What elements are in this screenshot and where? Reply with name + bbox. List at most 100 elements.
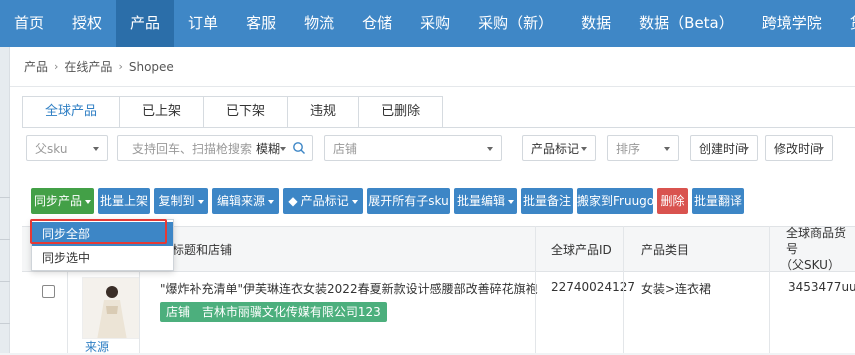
sync-products-button[interactable]: 同步产品 [31, 188, 94, 214]
column-title-shop: 标题和店铺 [172, 242, 233, 257]
nav-item-service[interactable]: 客服 [232, 0, 290, 47]
nav-item-warehouse[interactable]: 仓储 [348, 0, 406, 47]
tab-global-products[interactable]: 全球产品 [22, 96, 121, 128]
caret-down-icon [268, 199, 274, 204]
shop-badge-name: 吉林市丽骥文化传媒有限公司123 [201, 305, 381, 319]
nav-item-order[interactable]: 订单 [174, 0, 232, 47]
search-icon[interactable] [292, 141, 306, 155]
created-time-filter[interactable]: 创建时间 [690, 135, 758, 161]
caret-down-icon [508, 199, 514, 204]
batch-list-button[interactable]: 批量上架 [98, 188, 150, 214]
expand-all-sku-label: 展开所有子sku [368, 194, 449, 208]
delete-button[interactable]: 删除 [657, 188, 688, 214]
chevron-down-icon [743, 147, 749, 151]
parent-sku-label: 父sku [35, 141, 68, 156]
tabs-divider [22, 127, 855, 128]
product-category: 女装>连衣裙 [641, 282, 712, 296]
breadcrumb: 产品 › 在线产品 › Shopee [10, 47, 855, 87]
sync-products-label: 同步产品 [33, 194, 82, 208]
batch-note-button[interactable]: 批量备注 [521, 188, 573, 214]
nav-item-logistics[interactable]: 物流 [290, 0, 348, 47]
expand-all-sku-button[interactable]: 展开所有子sku [367, 188, 450, 214]
product-tag-filter[interactable]: 产品标记 [522, 135, 596, 161]
product-tag-button[interactable]: ◆ 产品标记 [283, 188, 363, 214]
tab-delisted[interactable]: 已下架 [204, 96, 289, 128]
row-checkbox[interactable] [42, 285, 55, 298]
search-mode-select[interactable]: 模糊 [256, 140, 280, 157]
edit-source-label: 编辑来源 [216, 194, 265, 208]
shop-badge: 店铺 吉林市丽骥文化传媒有限公司123 [160, 302, 387, 322]
modified-time-label: 修改时间 [774, 141, 823, 156]
shop-badge-label: 店铺 [166, 305, 191, 319]
search-placeholder: 支持回车、扫描枪搜索 [132, 141, 253, 156]
nav-item-purchase[interactable]: 采购 [406, 0, 464, 47]
nav-item-data[interactable]: 数据 [567, 0, 625, 47]
sync-selected-option[interactable]: 同步选中 [32, 246, 173, 270]
nav-item-product[interactable]: 产品 [116, 0, 175, 47]
product-tag-label: 产品标记 [300, 194, 349, 208]
batch-edit-button[interactable]: 批量编辑 [454, 188, 517, 214]
tab-listed[interactable]: 已上架 [120, 96, 205, 128]
nav-item-data-beta[interactable]: 数据（Beta） [625, 0, 748, 47]
global-sku-value: 3453477uu [788, 280, 855, 294]
top-nav: 首页 授权 产品 订单 客服 物流 仓储 采购 采购（新） 数据 数据（Beta… [0, 0, 855, 47]
chevron-down-icon [487, 147, 493, 151]
breadcrumb-separator-icon: › [54, 60, 59, 73]
source-link[interactable]: 来源 [85, 338, 109, 355]
shop-select[interactable]: 店铺 [324, 135, 502, 161]
product-thumbnail[interactable] [82, 277, 140, 339]
nav-item-academy[interactable]: 跨境学院 [748, 0, 836, 47]
product-title[interactable]: "爆炸补充清单"伊芙琳连衣女装2022春夏新款设计感腰部改善碎花旗袍 [160, 280, 540, 297]
column-global-sku-line1: 全球商品货号 [786, 226, 847, 256]
sidebar-collapsed [0, 47, 10, 353]
created-time-label: 创建时间 [699, 141, 748, 156]
tab-deleted[interactable]: 已删除 [359, 96, 444, 128]
nav-item-home[interactable]: 首页 [0, 0, 58, 47]
nav-item-auth[interactable]: 授权 [58, 0, 116, 47]
chevron-down-icon [664, 147, 670, 151]
nav-item-goods[interactable]: 货 [836, 0, 855, 47]
breadcrumb-online-product[interactable]: 在线产品 [64, 58, 112, 75]
edit-source-button[interactable]: 编辑来源 [212, 188, 279, 214]
tag-icon: ◆ [288, 194, 298, 208]
modified-time-filter[interactable]: 修改时间 [765, 135, 833, 161]
shop-label: 店铺 [333, 141, 358, 156]
column-global-sku: 全球商品货号 （父SKU） [780, 226, 855, 272]
column-divider [769, 226, 770, 353]
chevron-down-icon [818, 147, 824, 151]
column-category: 产品类目 [641, 242, 690, 257]
breadcrumb-shopee: Shopee [128, 59, 174, 74]
delete-label: 删除 [660, 194, 685, 208]
parent-sku-select[interactable]: 父sku [26, 135, 108, 161]
column-divider [623, 226, 624, 353]
caret-down-icon [351, 199, 358, 204]
move-to-fruugo-label: 搬家到Fruugo [577, 194, 655, 208]
tab-bar: 全球产品 已上架 已下架 违规 已删除 [22, 96, 444, 128]
batch-list-label: 批量上架 [99, 194, 148, 208]
move-to-fruugo-button[interactable]: 搬家到Fruugo [577, 188, 655, 214]
chevron-down-icon [581, 147, 587, 151]
caret-down-icon [197, 199, 204, 204]
batch-edit-label: 批量编辑 [456, 194, 505, 208]
column-global-sku-line2: （父SKU） [780, 258, 840, 272]
sort-label: 排序 [616, 141, 641, 156]
copy-to-button[interactable]: 复制到 [154, 188, 208, 214]
table-row: 来源 "爆炸补充清单"伊芙琳连衣女装2022春夏新款设计感腰部改善碎花旗袍 店铺… [22, 272, 855, 355]
column-global-id: 全球产品ID [551, 242, 612, 257]
chevron-down-icon [93, 147, 99, 151]
breadcrumb-product[interactable]: 产品 [24, 58, 48, 75]
product-image [83, 278, 139, 338]
batch-translate-label: 批量翻译 [693, 194, 742, 208]
search-input[interactable]: 支持回车、扫描枪搜索 模糊 [117, 135, 313, 161]
copy-to-label: 复制到 [158, 194, 195, 208]
breadcrumb-separator-icon: › [118, 60, 123, 73]
nav-item-purchase-new[interactable]: 采购（新） [464, 0, 567, 47]
product-tag-filter-label: 产品标记 [531, 141, 580, 156]
caret-down-icon [85, 199, 91, 204]
batch-note-label: 批量备注 [522, 194, 571, 208]
highlight-frame [30, 219, 167, 244]
column-divider [535, 226, 536, 353]
batch-translate-button[interactable]: 批量翻译 [692, 188, 744, 214]
tab-violation[interactable]: 违规 [288, 96, 360, 128]
sort-select[interactable]: 排序 [607, 135, 679, 161]
